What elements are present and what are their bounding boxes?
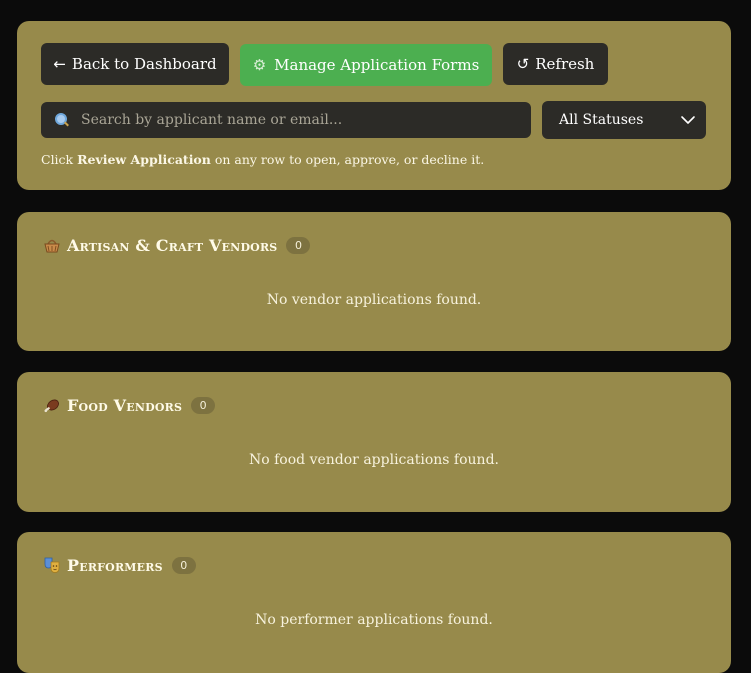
count-badge: 0 (171, 556, 196, 574)
food-vendors-section: Food Vendors 0 No food vendor applicatio… (17, 372, 731, 512)
section-title: Performers (67, 555, 163, 575)
chevron-down-icon (681, 116, 695, 124)
controls-panel: ← Back to Dashboard ⚙ Manage Application… (17, 21, 731, 190)
refresh-button-label: Refresh (535, 55, 595, 73)
basket-icon (44, 239, 60, 253)
review-application-emphasis: Review Application (77, 152, 211, 167)
gear-icon: ⚙ (252, 56, 267, 74)
count-badge: 0 (191, 396, 216, 414)
status-filter-value: All Statuses (559, 112, 644, 128)
arrow-left-icon: ← (53, 55, 66, 73)
empty-state-message: No food vendor applications found. (249, 452, 499, 468)
refresh-icon: ↺ (516, 55, 530, 73)
search-box[interactable] (41, 102, 531, 138)
back-button-label: Back to Dashboard (71, 55, 217, 73)
refresh-button[interactable]: ↺ Refresh (503, 43, 608, 85)
section-title: Food Vendors (67, 395, 183, 415)
count-badge: 0 (286, 236, 311, 254)
section-header: Performers 0 (43, 554, 196, 576)
section-title: Artisan & Craft Vendors (67, 235, 278, 255)
section-header: Food Vendors 0 (43, 394, 216, 416)
review-hint-text: Click Review Application on any row to o… (41, 152, 485, 167)
empty-state-message: No performer applications found. (255, 612, 493, 628)
search-icon (55, 113, 69, 127)
theater-masks-icon (44, 557, 60, 573)
manage-application-forms-button[interactable]: ⚙ Manage Application Forms (240, 44, 492, 86)
empty-state-message: No vendor applications found. (266, 292, 482, 308)
performers-section: Performers 0 No performer applications f… (17, 532, 731, 673)
food-icon (44, 399, 59, 413)
status-filter-select[interactable]: All Statuses (542, 101, 706, 139)
manage-button-label: Manage Application Forms (274, 56, 480, 74)
artisan-vendors-section: Artisan & Craft Vendors 0 No vendor appl… (17, 212, 731, 351)
back-to-dashboard-button[interactable]: ← Back to Dashboard (41, 43, 229, 85)
search-input[interactable] (81, 112, 531, 128)
section-header: Artisan & Craft Vendors 0 (43, 234, 311, 256)
